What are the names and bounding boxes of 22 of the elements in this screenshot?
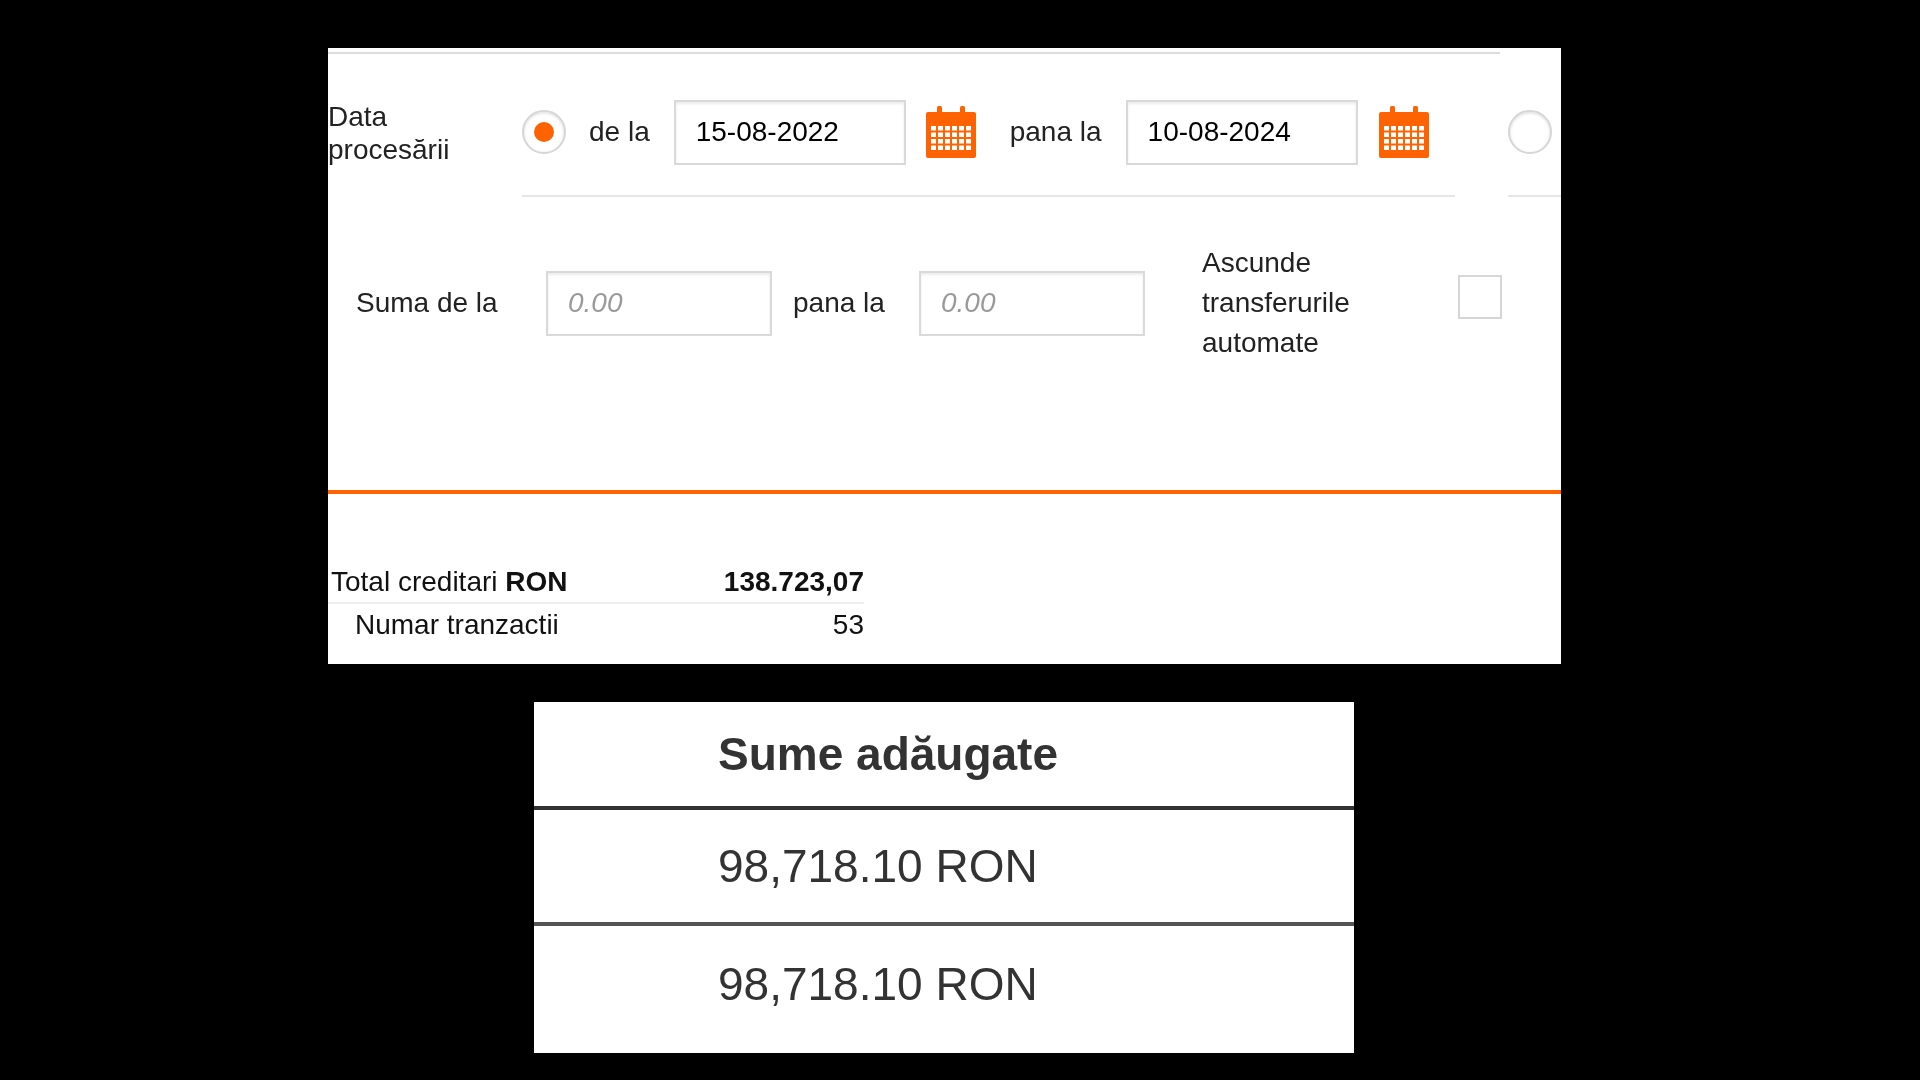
to-date-field[interactable]: 10-08-2024 [1125, 99, 1358, 165]
checkbox[interactable] [1458, 275, 1502, 319]
from-date-field[interactable]: 15-08-2022 [673, 99, 906, 165]
from-label: de la [589, 115, 650, 149]
amount-from-label: Suma de la [356, 286, 499, 320]
total-value: 53 [832, 608, 864, 642]
to-label: pana la [1009, 115, 1102, 149]
column-header: Sume adăugate [718, 726, 1058, 782]
date-label: Data procesării [328, 100, 451, 166]
radio-button[interactable] [522, 110, 566, 154]
calendar-icon[interactable] [924, 106, 977, 158]
table-cell-text: 98,718.10 RON [718, 838, 1038, 894]
amount-from-field[interactable]: 0.00 [546, 270, 772, 336]
hide-automatic-label: Ascunde transferurile automate [1202, 246, 1351, 360]
amount-to-label: pana la [793, 286, 886, 320]
table-cell-text: 98,718.10 RON [718, 956, 1038, 1012]
calendar-icon[interactable] [1377, 106, 1430, 158]
amount-to-field[interactable]: 0.00 [919, 270, 1145, 336]
radio-button[interactable] [1508, 110, 1552, 154]
total-label: Total creditari RON [331, 565, 568, 599]
total-label: Numar tranzactii [355, 608, 559, 642]
total-value: 138.723,07 [723, 565, 864, 599]
